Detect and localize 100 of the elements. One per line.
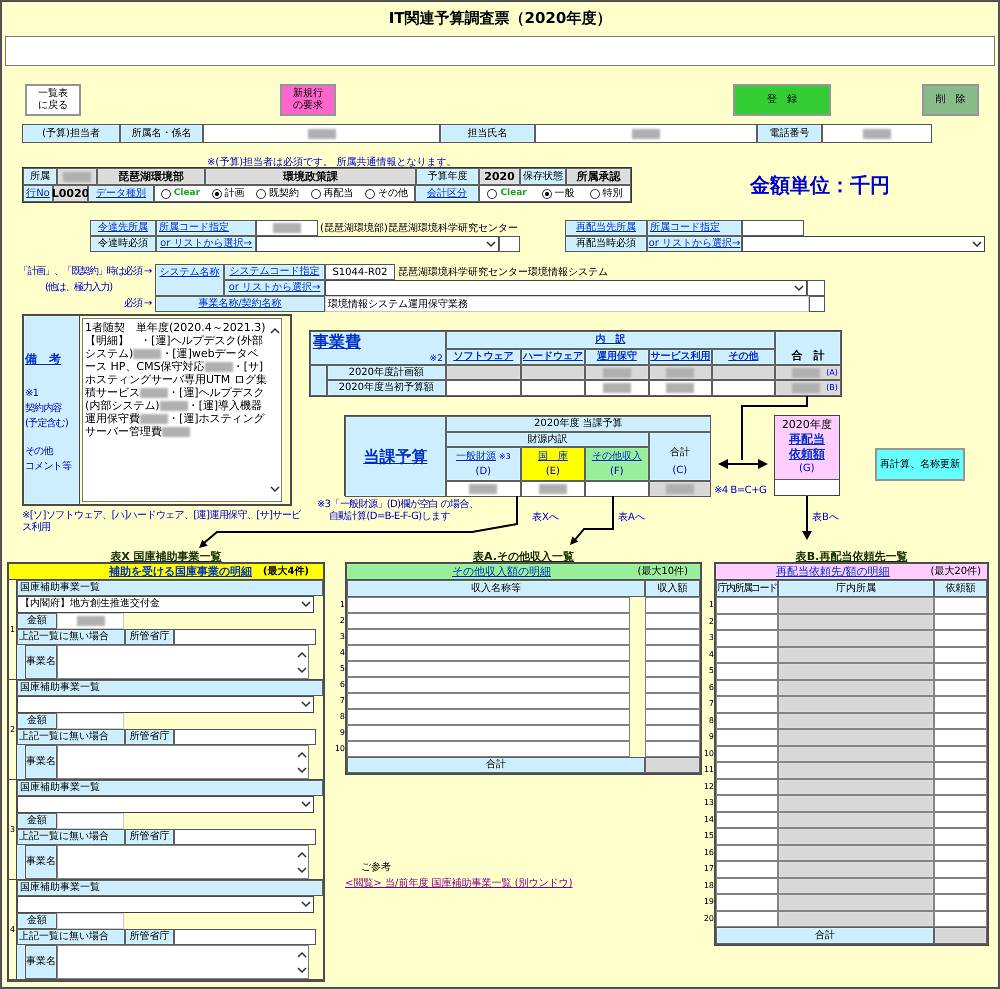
radio-button[interactable] — [256, 188, 266, 198]
column-header-link[interactable]: ハードウェア — [520, 349, 585, 365]
amount-field[interactable] — [774, 479, 839, 495]
code-field[interactable] — [716, 894, 778, 910]
amount-field[interactable] — [934, 614, 987, 630]
section-title-link[interactable]: 当課予算 — [363, 444, 428, 468]
radio-button[interactable] — [487, 188, 498, 198]
code-field[interactable] — [716, 812, 778, 828]
amount-field[interactable] — [934, 812, 987, 828]
column-header-link[interactable]: サービス利用 — [648, 349, 712, 365]
column-header-link[interactable]: ソフトウェア — [446, 349, 521, 365]
code-field[interactable] — [716, 614, 778, 630]
action-button[interactable]: 登 録 — [733, 84, 831, 116]
code-field[interactable] — [742, 220, 804, 236]
income-name-field[interactable] — [347, 661, 630, 677]
code-field[interactable] — [716, 680, 778, 696]
radio-button[interactable] — [365, 188, 376, 198]
text-field[interactable] — [822, 124, 932, 143]
amount-field[interactable] — [934, 597, 987, 614]
income-name-field[interactable] — [347, 709, 630, 725]
amount-field[interactable] — [934, 696, 987, 712]
income-name-field[interactable] — [347, 741, 630, 757]
amount-field[interactable] — [934, 762, 987, 778]
code-field[interactable] — [716, 729, 778, 746]
income-amount-field[interactable] — [645, 725, 700, 741]
income-amount-field[interactable] — [645, 597, 700, 613]
field-link[interactable]: 会計区分 — [415, 185, 479, 202]
dropdown[interactable] — [17, 896, 314, 913]
amount-cell[interactable] — [520, 481, 585, 497]
code-field[interactable] — [716, 844, 778, 861]
amount-field[interactable] — [934, 646, 987, 663]
column-header-link[interactable]: 国 庫 — [538, 452, 568, 462]
income-name-field[interactable] — [347, 613, 630, 629]
dropdown[interactable] — [256, 236, 499, 252]
project-textarea[interactable] — [57, 745, 309, 780]
field-link[interactable]: or リストから選択→ — [224, 280, 325, 296]
income-amount-field[interactable] — [645, 645, 700, 661]
ministry-field[interactable] — [174, 628, 316, 646]
code-field[interactable] — [716, 746, 778, 762]
amount-cell[interactable] — [446, 380, 521, 396]
code-field[interactable] — [716, 878, 778, 894]
radio-button[interactable] — [590, 188, 600, 198]
project-textarea[interactable] — [57, 645, 309, 680]
table-header-link[interactable]: 補助を受ける国庫事業の明細 — [109, 566, 252, 577]
amount-cell[interactable] — [520, 380, 585, 396]
ministry-field[interactable] — [174, 828, 316, 846]
radio-button[interactable] — [160, 188, 171, 198]
radio-button[interactable] — [542, 188, 552, 198]
amount-field[interactable] — [934, 663, 987, 680]
code-field[interactable] — [716, 778, 778, 795]
code-field[interactable] — [716, 663, 778, 680]
code-field[interactable] — [716, 795, 778, 812]
field-link[interactable]: システムコード指定 — [224, 264, 325, 280]
code-field[interactable] — [716, 762, 778, 778]
income-amount-field[interactable] — [645, 677, 700, 693]
dropdown[interactable]: 【内閣府】地方創生推進交付金 — [17, 596, 314, 613]
amount-cell[interactable] — [584, 481, 649, 497]
action-button[interactable]: 削 除 — [922, 84, 979, 116]
remarks-link[interactable]: 備 考 — [25, 350, 61, 368]
income-name-field[interactable] — [347, 629, 630, 645]
column-header-link[interactable]: その他収入 — [592, 452, 642, 462]
income-amount-field[interactable] — [645, 613, 700, 629]
amount-field[interactable] — [934, 712, 987, 729]
income-name-field[interactable] — [347, 725, 630, 741]
income-name-field[interactable] — [347, 693, 630, 709]
income-amount-field[interactable] — [645, 709, 700, 725]
amount-cell[interactable] — [712, 380, 775, 396]
code-field[interactable] — [716, 712, 778, 729]
action-button[interactable]: 新規行 の要求 — [280, 84, 336, 116]
field-link[interactable]: 再配当先所属 — [565, 220, 647, 236]
code-field[interactable] — [716, 646, 778, 663]
project-textarea[interactable] — [57, 845, 309, 880]
small-field[interactable] — [807, 280, 825, 296]
field-link[interactable]: 事業名称/契約名称 — [155, 296, 325, 312]
code-field[interactable] — [716, 630, 778, 646]
reference-link[interactable]: <閲覧> 当/前年度 国庫補助事業一覧 (別ウンドウ) — [345, 879, 572, 889]
amount-field[interactable] — [934, 828, 987, 844]
field-link[interactable]: or リストから選択→ — [647, 236, 742, 252]
column-header-link[interactable]: 運用保守 — [584, 349, 649, 365]
amount-cell[interactable] — [446, 481, 521, 497]
amount-field[interactable] — [934, 778, 987, 795]
recalculate-button[interactable]: 再計算、名称更新 — [874, 448, 965, 481]
remarks-textarea[interactable]: 1者随契 単年度(2020.4～2021.3)【明細】 ・[運]ヘルプデスク(外部システム) ・[運]webデータベース HP、CMS保守対応 ・[サ]ホスティングサーバ専用UTM ログ集積サービス ・[運]ヘルプデスク(内部システム) ・[運]導入機器運用保守費 ・[運]ホスティングサーバー管理費 — [82, 318, 282, 502]
income-amount-field[interactable] — [645, 693, 700, 709]
column-group-link[interactable]: 内 訳 — [446, 331, 775, 349]
field-link[interactable]: 令達先所属 — [90, 220, 156, 236]
amount-field[interactable] — [934, 894, 987, 910]
field-link[interactable]: 所属コード指定 — [156, 220, 256, 236]
table-header-link[interactable]: 再配当依頼先/額の明細 — [776, 566, 890, 577]
dropdown[interactable] — [17, 696, 314, 713]
amount-field[interactable] — [934, 878, 987, 894]
dropdown[interactable] — [325, 280, 807, 296]
field-link[interactable]: データ種別 — [88, 185, 154, 202]
radio-button[interactable] — [310, 188, 321, 198]
amount-field[interactable] — [934, 746, 987, 762]
amount-field[interactable] — [934, 680, 987, 696]
code-field[interactable]: S1044-R02 — [325, 264, 395, 280]
column-header-link[interactable]: その他 — [712, 349, 775, 365]
ministry-field[interactable] — [174, 728, 316, 746]
table-header-link[interactable]: その他収入額の明細 — [452, 566, 551, 577]
